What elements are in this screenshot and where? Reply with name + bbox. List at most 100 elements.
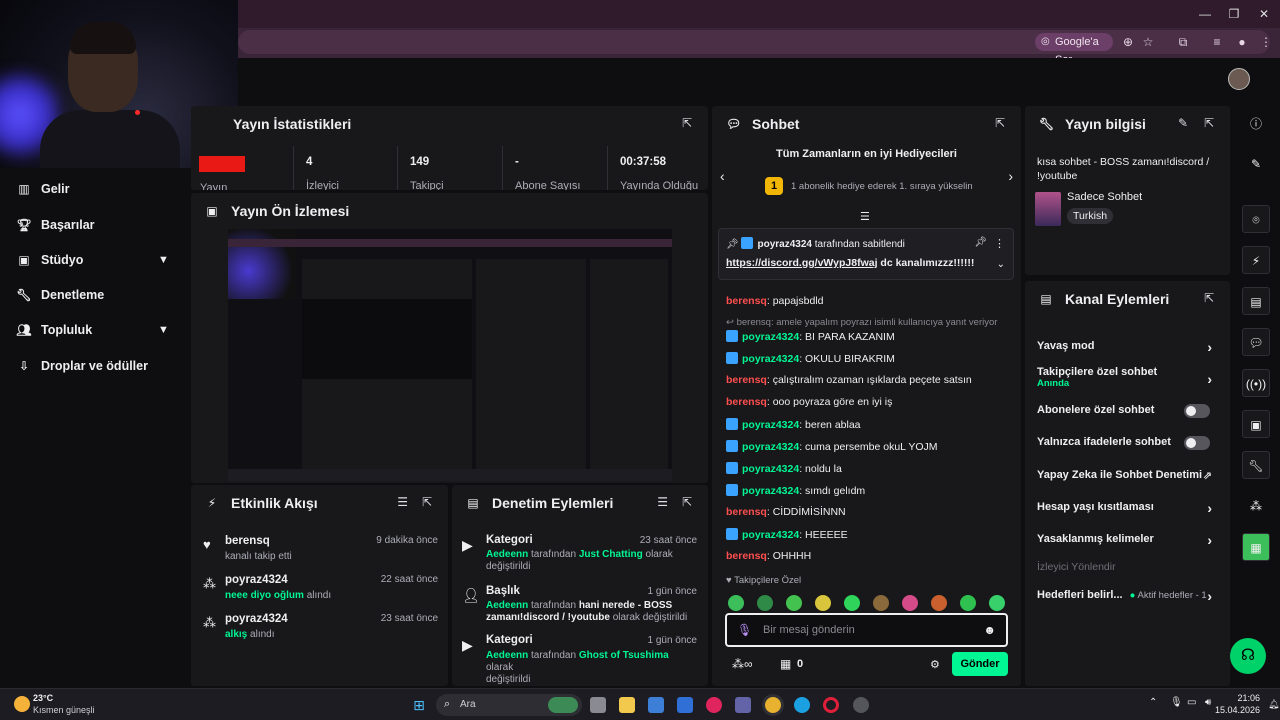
- chevron-right-icon[interactable]: ›: [1008, 168, 1013, 184]
- tray-chevron-icon[interactable]: ⌃: [1149, 697, 1157, 708]
- broadcast-icon[interactable]: ((•)): [1242, 369, 1270, 397]
- notes-icon[interactable]: ▤: [1242, 287, 1270, 315]
- chat-username[interactable]: poyraz4324: [742, 331, 799, 343]
- minimize-icon[interactable]: —: [1197, 6, 1213, 22]
- volume-icon[interactable]: 🔊︎: [1205, 697, 1211, 708]
- emote-icon[interactable]: [902, 595, 918, 611]
- windows-start-icon[interactable]: ⊞: [411, 697, 427, 713]
- points-icon[interactable]: ⁂: [1242, 492, 1270, 520]
- help-button[interactable]: ☊: [1230, 638, 1266, 674]
- mail-icon[interactable]: [677, 697, 693, 713]
- emote-only-row[interactable]: Yalnızca ifadelerle sohbet: [1037, 436, 1218, 450]
- settings-icon[interactable]: ⚙︎: [930, 658, 940, 671]
- opera-icon[interactable]: [823, 697, 839, 713]
- microphone-tray-icon[interactable]: 🎙︎: [1170, 697, 1183, 708]
- emote-icon[interactable]: [844, 595, 860, 611]
- chat-username[interactable]: poyraz4324: [742, 485, 799, 497]
- chrome-icon[interactable]: [765, 697, 781, 713]
- info-icon[interactable]: ⓘ: [1242, 110, 1270, 138]
- edit-icon[interactable]: ✎: [1178, 116, 1188, 130]
- sidebar-item-studyo[interactable]: ▣ Stüdyo ▼: [16, 249, 176, 271]
- address-bar[interactable]: [238, 30, 1270, 54]
- more-icon[interactable]: ⋮: [994, 237, 1005, 250]
- chat-username[interactable]: berensq: [726, 396, 767, 408]
- chat-username[interactable]: berensq: [726, 550, 767, 562]
- clock-date[interactable]: 15.04.2026: [1214, 705, 1260, 715]
- mod-icon[interactable]: ▣: [1242, 410, 1270, 438]
- popout-icon[interactable]: ⇱: [682, 116, 692, 130]
- obs-icon[interactable]: [853, 697, 869, 713]
- task-view-icon[interactable]: [590, 697, 606, 713]
- stream-category[interactable]: Sadece Sohbet: [1067, 191, 1142, 203]
- extension-icon[interactable]: ▦: [1242, 533, 1270, 561]
- profile-icon[interactable]: ●: [1234, 34, 1250, 50]
- chat-username[interactable]: berensq: [726, 295, 767, 307]
- chat-message[interactable]: berensq: çalıştıralım ozaman ışıklarda p…: [726, 374, 1009, 390]
- store-icon[interactable]: ▦: [780, 657, 791, 671]
- chat-username[interactable]: poyraz4324: [742, 529, 799, 541]
- emote-icon[interactable]: [728, 595, 744, 611]
- edit-icon[interactable]: ✎: [1242, 150, 1270, 178]
- slow-mode-row[interactable]: Yavaş mod ›: [1037, 339, 1218, 355]
- chat-message[interactable]: poyraz4324: OKULU BIRAKRIM: [726, 352, 1009, 368]
- chat-username[interactable]: poyraz4324: [742, 419, 799, 431]
- popout-icon[interactable]: ⇱: [995, 116, 1005, 130]
- stream-tag[interactable]: Turkish: [1067, 208, 1114, 224]
- sidebar-item-gelir[interactable]: ▥ Gelir: [16, 178, 69, 200]
- sidebar-item-denetleme[interactable]: 🔧︎ Denetleme: [16, 284, 104, 306]
- account-age-row[interactable]: Hesap yaşı kısıtlaması ›: [1037, 500, 1218, 516]
- sidebar-item-droplar[interactable]: ⇩ Droplar ve ödüller: [16, 355, 148, 377]
- zoom-icon[interactable]: ⊕: [1120, 34, 1136, 50]
- file-explorer-icon[interactable]: [619, 697, 635, 713]
- emoji-icon[interactable]: ☻: [983, 623, 996, 637]
- chat-message[interactable]: berensq: papajsbdld: [726, 295, 1009, 311]
- chat-message[interactable]: berensq: CİDDİMİSİNNN: [726, 506, 1009, 522]
- chat-input[interactable]: 🎙︎ Bir mesaj gönderin ☻: [725, 613, 1008, 647]
- emote-icon[interactable]: [989, 595, 1005, 611]
- wrench-icon[interactable]: 🔧︎: [1242, 451, 1270, 479]
- store-app-icon[interactable]: [648, 697, 664, 713]
- chat-username[interactable]: berensq: [726, 374, 767, 386]
- popout-icon[interactable]: ⇱: [682, 495, 692, 509]
- followers-only-row[interactable]: Takipçilere özel sohbet Anında ›: [1037, 366, 1218, 389]
- stream-preview-video[interactable]: [228, 229, 672, 481]
- media-player-icon[interactable]: [706, 697, 722, 713]
- collapse-icon[interactable]: ☰: [860, 210, 870, 223]
- chat-message[interactable]: poyraz4324: sımdı gelıdm: [726, 484, 1009, 500]
- emote-only-toggle[interactable]: [1184, 436, 1210, 450]
- chat-username[interactable]: poyraz4324: [742, 441, 799, 453]
- pin-icon[interactable]: 📌︎: [974, 237, 987, 248]
- popout-icon[interactable]: ⇱: [1204, 116, 1214, 130]
- chat-username[interactable]: poyraz4324: [742, 463, 799, 475]
- subs-only-row[interactable]: Abonelere özel sohbet: [1037, 404, 1218, 418]
- reading-list-icon[interactable]: ≡: [1209, 34, 1225, 50]
- emote-icon[interactable]: [786, 595, 802, 611]
- chevron-left-icon[interactable]: ‹: [720, 168, 725, 184]
- subs-only-toggle[interactable]: [1184, 404, 1210, 418]
- banned-words-row[interactable]: Yasaklanmış kelimeler ›: [1037, 532, 1218, 548]
- chat-username[interactable]: poyraz4324: [742, 353, 799, 365]
- avatar[interactable]: [1228, 68, 1250, 90]
- chat-bubble-icon[interactable]: 💬︎: [1242, 328, 1270, 356]
- goals-row[interactable]: Hedefleri belirl... ● Aktif hedefler - 1…: [1037, 588, 1218, 604]
- pinned-message[interactable]: 📌︎ poyraz4324 tarafından sabitlendi 📌︎ ⋮…: [718, 228, 1014, 280]
- filter-icon[interactable]: ☰: [657, 495, 668, 509]
- popout-icon[interactable]: ⇱: [422, 495, 432, 509]
- chat-message[interactable]: poyraz4324: BI PARA KAZANIM: [726, 330, 1009, 346]
- mic-icon[interactable]: 🎙︎: [737, 623, 752, 637]
- emote-row[interactable]: [728, 595, 1018, 614]
- sidebar-item-basarilar[interactable]: 🏆︎ Başarılar: [16, 214, 94, 236]
- maximize-icon[interactable]: ❐: [1226, 6, 1242, 22]
- bookmark-star-icon[interactable]: ☆: [1140, 34, 1156, 50]
- chat-message[interactable]: poyraz4324: HEEEEE: [726, 528, 1009, 544]
- emote-icon[interactable]: [960, 595, 976, 611]
- channel-points-icon[interactable]: ⁂∞: [732, 657, 753, 671]
- emote-icon[interactable]: [931, 595, 947, 611]
- emote-icon[interactable]: [873, 595, 889, 611]
- pinned-link[interactable]: https://discord.gg/vWypJ8fwaj: [726, 257, 878, 269]
- taskbar-search[interactable]: ⌕ Ara: [436, 694, 582, 716]
- chat-message[interactable]: poyraz4324: cuma persembe okuL YOJM: [726, 440, 1009, 456]
- teams-icon[interactable]: [735, 697, 751, 713]
- chat-username[interactable]: berensq: [726, 506, 767, 518]
- emote-icon[interactable]: [815, 595, 831, 611]
